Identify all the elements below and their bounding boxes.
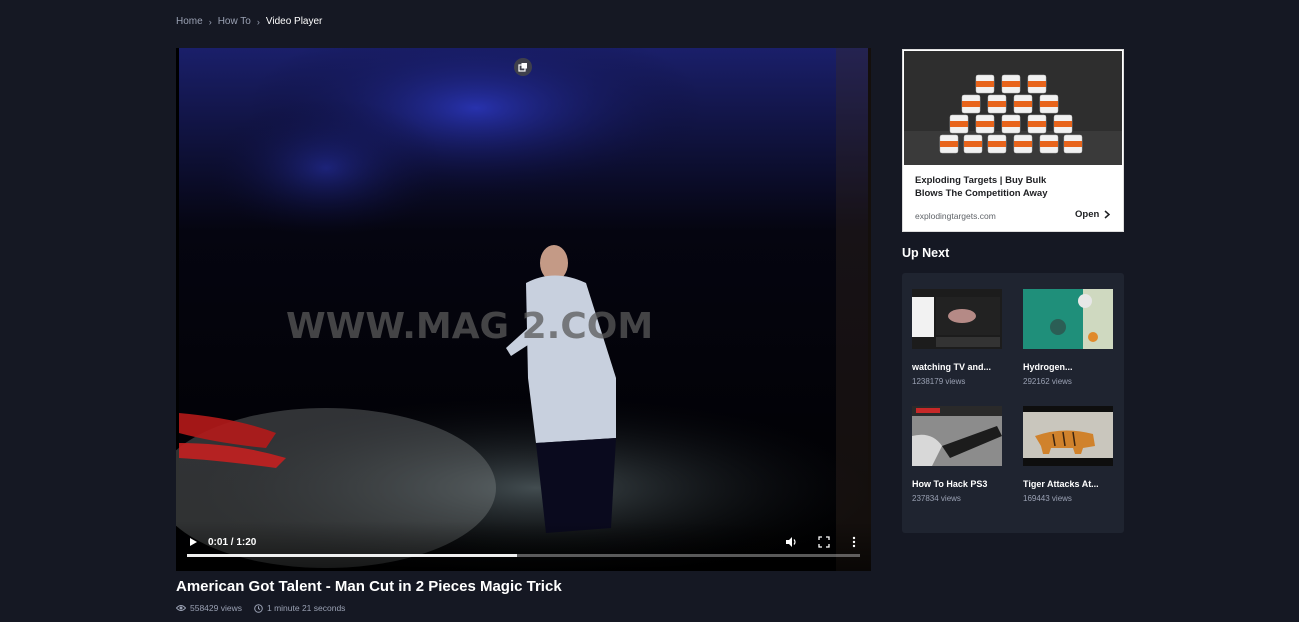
more-options-icon[interactable] — [850, 535, 858, 549]
ad-open-label: Open — [1075, 209, 1100, 220]
video-frame: WWW.MAG 2.COM — [176, 48, 871, 571]
chevron-right-icon — [1104, 210, 1111, 219]
up-next-panel: watching TV and... 1238179 views Hydroge… — [902, 273, 1124, 533]
chevron-right-icon: › — [256, 16, 260, 27]
picture-in-picture-icon — [518, 63, 527, 72]
video-title: American Got Talent - Man Cut in 2 Piece… — [176, 578, 562, 595]
up-next-card[interactable]: watching TV and... 1238179 views — [912, 289, 1004, 386]
video-thumbnail — [1023, 289, 1113, 349]
video-watermark: WWW.MAG 2.COM — [286, 306, 653, 347]
play-icon[interactable] — [186, 535, 200, 549]
card-views: 292162 views — [1023, 377, 1072, 386]
duration-text: 1 minute 21 seconds — [266, 603, 346, 613]
ad-domain: explodingtargets.com — [915, 211, 996, 221]
card-views: 1238179 views — [912, 377, 966, 386]
player-controls: 0:01 / 1:20 — [176, 521, 871, 571]
progress-buffered — [187, 554, 517, 557]
views-text: 558429 views — [190, 603, 242, 613]
eye-icon — [176, 605, 186, 611]
chevron-right-icon: › — [208, 16, 212, 27]
clock-icon — [254, 603, 263, 613]
card-views: 169443 views — [1023, 494, 1072, 503]
card-title: Tiger Attacks At... — [1023, 479, 1099, 489]
player-time: 0:01 / 1:20 — [208, 537, 257, 548]
card-views: 237834 views — [912, 494, 961, 503]
card-title: How To Hack PS3 — [912, 479, 988, 489]
video-meta: 558429 views 1 minute 21 seconds — [176, 603, 345, 613]
card-title: Hydrogen... — [1023, 362, 1073, 372]
breadcrumb: Home › How To › Video Player — [176, 16, 322, 27]
views-count: 558429 views — [176, 603, 242, 613]
breadcrumb-current: Video Player — [265, 16, 323, 27]
up-next-heading: Up Next — [902, 246, 950, 260]
ad-open-button[interactable]: Open — [1075, 209, 1111, 220]
advertisement[interactable]: Exploding Targets | Buy Bulk Blows The C… — [902, 49, 1124, 232]
breadcrumb-home[interactable]: Home — [176, 16, 203, 27]
video-player[interactable]: WWW.MAG 2.COM 0:01 / 1:20 — [176, 48, 871, 571]
progress-bar[interactable] — [187, 554, 860, 557]
breadcrumb-how-to[interactable]: How To — [218, 16, 251, 27]
duration: 1 minute 21 seconds — [254, 603, 345, 613]
volume-icon[interactable] — [784, 535, 798, 549]
ad-title[interactable]: Exploding Targets | Buy Bulk Blows The C… — [915, 174, 1065, 200]
fullscreen-icon[interactable] — [817, 535, 831, 549]
ad-image — [904, 51, 1122, 165]
up-next-card[interactable]: How To Hack PS3 237834 views — [912, 406, 1004, 503]
video-thumbnail — [912, 289, 1002, 349]
video-thumbnail — [1023, 406, 1113, 466]
up-next-card[interactable]: Tiger Attacks At... 169443 views — [1023, 406, 1115, 503]
card-title: watching TV and... — [912, 362, 992, 372]
video-thumbnail — [912, 406, 1002, 466]
up-next-card[interactable]: Hydrogen... 292162 views — [1023, 289, 1115, 386]
picture-in-picture-button[interactable] — [514, 58, 532, 76]
